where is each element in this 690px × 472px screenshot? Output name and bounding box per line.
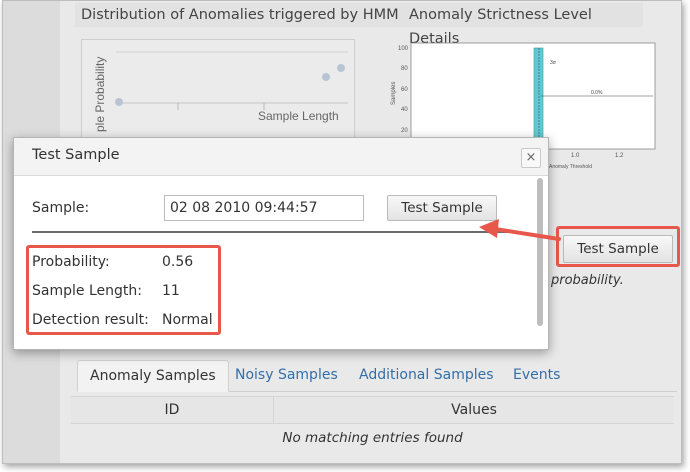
- y-tick: 40: [401, 107, 408, 113]
- detection-result-value: Normal: [162, 312, 213, 328]
- x-tick: 1.0: [571, 153, 580, 159]
- sigma-label: 3σ: [550, 60, 557, 66]
- anomaly-distribution-title: Distribution of Anomalies triggered by H…: [75, 3, 405, 27]
- x-tick: 1.2: [615, 153, 624, 159]
- probability-label: Probability:: [32, 254, 110, 270]
- sample-label: Sample:: [32, 200, 90, 216]
- samples-tabs: Anomaly Samples Noisy Samples Additional…: [77, 360, 677, 392]
- tab-events[interactable]: Events: [501, 360, 572, 392]
- tab-noisy-samples[interactable]: Noisy Samples: [223, 360, 350, 392]
- percent-label: 0.0%: [591, 90, 603, 96]
- test-sample-dialog: Test Sample × Sample: Test Sample Probab…: [13, 137, 549, 350]
- strictness-details-title: Anomaly Strictness Level Details: [403, 3, 643, 47]
- histogram-y-label: Samples: [391, 82, 397, 105]
- divider: [32, 231, 516, 233]
- tab-additional-samples[interactable]: Additional Samples: [347, 360, 506, 392]
- chart-x-label: Sample Length: [258, 109, 339, 123]
- anomaly-distribution-chart: ple Probability Sample Length: [81, 39, 355, 139]
- dialog-header: Test Sample ×: [14, 138, 548, 176]
- y-tick: 100: [398, 46, 409, 52]
- dialog-scrollbar[interactable]: [535, 178, 545, 326]
- chart-y-label: ple Probability: [93, 57, 107, 132]
- dialog-title: Test Sample: [32, 147, 120, 163]
- samples-table: ID Values No matching entries found: [71, 396, 674, 452]
- data-point: [322, 73, 330, 81]
- y-tick: 80: [401, 66, 408, 72]
- scatter-plot: ple Probability Sample Length: [93, 51, 348, 132]
- tab-anomaly-samples[interactable]: Anomaly Samples: [77, 360, 229, 392]
- empty-table-message: No matching entries found: [282, 430, 463, 446]
- screenshot-frame: Distribution of Anomalies triggered by H…: [2, 0, 682, 464]
- column-values[interactable]: Values: [274, 397, 674, 423]
- data-point: [337, 64, 345, 72]
- data-point: [115, 98, 123, 106]
- annotation-arrow: [479, 219, 561, 241]
- histogram-legend: Anomaly Threshold: [549, 164, 592, 170]
- column-id[interactable]: ID: [71, 397, 274, 423]
- background-test-sample-button[interactable]: Test Sample: [563, 235, 673, 263]
- y-tick: 20: [401, 128, 408, 134]
- sample-input[interactable]: [164, 195, 364, 221]
- sample-length-value: 11: [162, 283, 180, 299]
- detection-result-label: Detection result:: [32, 312, 149, 328]
- y-tick: 60: [401, 87, 408, 93]
- partial-probability-text: probability.: [551, 273, 624, 288]
- close-icon[interactable]: ×: [521, 148, 541, 168]
- probability-value: 0.56: [162, 254, 194, 270]
- sample-length-label: Sample Length:: [32, 283, 142, 299]
- histogram-bar: [533, 47, 544, 150]
- scrollbar-thumb[interactable]: [537, 178, 543, 326]
- table-header: ID Values: [71, 396, 674, 424]
